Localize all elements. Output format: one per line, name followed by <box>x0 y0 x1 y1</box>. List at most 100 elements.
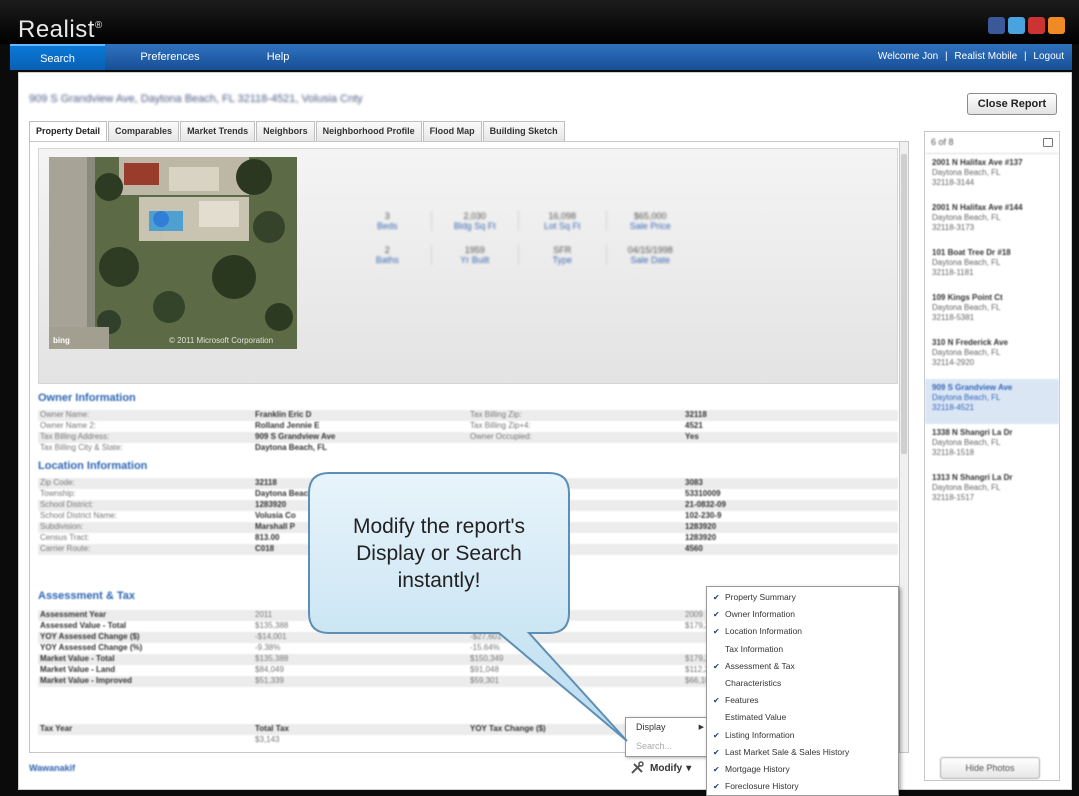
table-cell: Assessment Year <box>40 610 107 619</box>
display-option-owner-information[interactable]: ✔ Owner Information <box>707 606 898 623</box>
property-list-item[interactable]: 1338 N Shangri La Dr Daytona Beach, FL 321… <box>925 424 1059 469</box>
twitter-icon[interactable] <box>1008 17 1025 34</box>
owner-section-title: Owner Information <box>38 392 136 404</box>
table-cell: Tax Year <box>40 724 73 733</box>
stat-cell: SFR Type <box>519 245 607 265</box>
property-zip: 32118-4521 <box>932 403 975 412</box>
stat-cell: 04/15/1998 Sale Date <box>607 245 695 265</box>
property-address: 310 N Frederick Ave <box>932 338 1008 347</box>
display-option-location-information[interactable]: ✔ Location Information <box>707 623 898 640</box>
display-label: Display <box>636 722 666 732</box>
tools-icon <box>631 761 644 774</box>
display-option-listing-information[interactable]: ✔ Listing Information <box>707 727 898 744</box>
display-option-assessment-tax[interactable]: ✔ Assessment & Tax <box>707 658 898 675</box>
display-options-menu: ✔ Property Summary ✔ Owner Information ✔ Loca… <box>706 586 899 796</box>
close-report-button[interactable]: Close Report <box>967 93 1057 115</box>
table-cell: Carrier Route: <box>40 544 91 553</box>
property-city: Daytona Beach, FL <box>932 213 1001 222</box>
property-list-item[interactable]: 909 S Grandview Ave Daytona Beach, FL 3211… <box>925 379 1059 424</box>
checkmark-icon: ✔ <box>713 627 720 637</box>
property-zip: 32118-1181 <box>932 268 974 277</box>
display-option-label: Location Information <box>725 626 803 637</box>
property-address: 101 Boat Tree Dr #18 <box>932 248 1011 257</box>
facebook-icon[interactable] <box>988 17 1005 34</box>
tab-building-sketch[interactable]: Building Sketch <box>482 121 565 141</box>
nav-help[interactable]: Help <box>248 44 308 70</box>
stat-value: 2,030 <box>463 211 487 221</box>
stat-label[interactable]: Lot Sq Ft <box>519 221 606 231</box>
logout-link[interactable]: Logout <box>1033 51 1064 62</box>
content-scrollbar[interactable] <box>899 141 909 753</box>
display-option-mortgage-history[interactable]: ✔ Mortgage History <box>707 761 898 778</box>
table-cell: Census Tract: <box>40 533 90 542</box>
table-cell <box>38 735 253 746</box>
bottom-link[interactable]: Wawanakif <box>29 763 75 773</box>
table-cell: Township: <box>40 489 76 498</box>
list-count: 6 of 8 <box>925 132 1059 154</box>
stat-label[interactable]: Type <box>519 255 606 265</box>
stat-label[interactable]: Beds <box>344 221 431 231</box>
tab-comparables[interactable]: Comparables <box>108 121 180 141</box>
tab-property-detail[interactable]: Property Detail <box>29 121 108 142</box>
scroll-thumb[interactable] <box>901 154 907 454</box>
table-cell: Owner Occupied: <box>470 432 532 441</box>
display-option-last-market-sale-sales-history[interactable]: ✔ Last Market Sale & Sales History <box>707 744 898 761</box>
social-links <box>988 17 1065 34</box>
modify-button[interactable]: Modify ▾ <box>630 757 691 779</box>
display-option-property-summary[interactable]: ✔ Property Summary <box>707 589 898 606</box>
stat-label[interactable]: Yr Built <box>432 255 519 265</box>
property-city: Daytona Beach, FL <box>932 438 1001 447</box>
stat-value: 04/15/1998 <box>627 245 673 255</box>
display-menu-item[interactable]: Display ▶ <box>626 718 710 737</box>
hide-photos-button[interactable]: Hide Photos <box>940 757 1040 779</box>
property-list-item[interactable]: 2001 N Halifax Ave #144 Daytona Beach, FL… <box>925 199 1059 244</box>
tab-neighborhood-profile[interactable]: Neighborhood Profile <box>315 121 422 141</box>
table-cell: Tax Billing Zip: <box>470 410 522 419</box>
display-option-characteristics[interactable]: Characteristics <box>707 675 898 692</box>
tab-flood-map[interactable]: Flood Map <box>422 121 482 141</box>
property-address: 1313 N Shangri La Dr <box>932 473 1013 482</box>
property-list-item[interactable]: 1313 N Shangri La Dr Daytona Beach, FL 321… <box>925 469 1059 514</box>
display-option-foreclosure-history[interactable]: ✔ Foreclosure History <box>707 778 898 795</box>
tab-neighbors[interactable]: Neighbors <box>256 121 315 141</box>
stat-label[interactable]: Bldg Sq Ft <box>432 221 519 231</box>
stat-label[interactable]: Sale Price <box>607 221 695 231</box>
table-cell: 4560 <box>685 544 703 553</box>
youtube-icon[interactable] <box>1028 17 1045 34</box>
display-option-label: Owner Information <box>725 609 795 620</box>
nav-preferences[interactable]: Preferences <box>115 44 225 70</box>
property-list-item[interactable]: 310 N Frederick Ave Daytona Beach, FL 3211… <box>925 334 1059 379</box>
table-cell: Subdivision: <box>40 522 84 531</box>
print-icon[interactable] <box>1043 138 1053 147</box>
table-cell: Total Tax <box>255 724 289 733</box>
display-option-estimated-value[interactable]: Estimated Value <box>707 709 898 726</box>
nav-search[interactable]: Search <box>10 44 105 70</box>
table-cell: 1283920 <box>685 522 717 531</box>
display-option-tax-information[interactable]: Tax Information <box>707 641 898 658</box>
stat-cell: 2,030 Bldg Sq Ft <box>432 211 519 231</box>
rss-icon[interactable] <box>1048 17 1065 34</box>
property-list-item[interactable]: 109 Kings Point Ct Daytona Beach, FL 32118… <box>925 289 1059 334</box>
stat-label[interactable]: Baths <box>344 255 431 265</box>
table-cell: 4521 <box>685 421 703 430</box>
property-zip: 32118-3173 <box>932 223 975 232</box>
table-cell: Franklin Eric D <box>255 410 312 419</box>
property-list-item[interactable]: 101 Boat Tree Dr #18 Daytona Beach, FL 321… <box>925 244 1059 289</box>
property-stats: 3 Beds 2,030 Bldg Sq Ft 16,098 Lot Sq Ft $65,0… <box>344 211 694 279</box>
table-cell <box>683 443 898 454</box>
display-option-features[interactable]: ✔ Features <box>707 692 898 709</box>
property-address: 909 S Grandview Ave <box>932 383 1013 392</box>
table-cell: $3,143 <box>255 735 280 744</box>
realist-mobile-link[interactable]: Realist Mobile <box>954 51 1017 62</box>
table-cell: 53310009 <box>685 489 721 498</box>
photo-credit: © 2011 Microsoft Corporation <box>169 336 274 345</box>
tab-market-trends[interactable]: Market Trends <box>180 121 256 141</box>
stat-label[interactable]: Sale Date <box>607 255 695 265</box>
app-logo[interactable]: Realist® <box>18 16 103 44</box>
property-city: Daytona Beach, FL <box>932 393 1001 402</box>
stat-cell: 1959 Yr Built <box>432 245 519 265</box>
aerial-map-image <box>49 157 297 349</box>
report-address: 909 S Grandview Ave, Daytona Beach, FL 3… <box>29 93 363 105</box>
property-list-item[interactable]: 2001 N Halifax Ave #137 Daytona Beach, FL… <box>925 154 1059 199</box>
property-address: 2001 N Halifax Ave #137 <box>932 158 1023 167</box>
